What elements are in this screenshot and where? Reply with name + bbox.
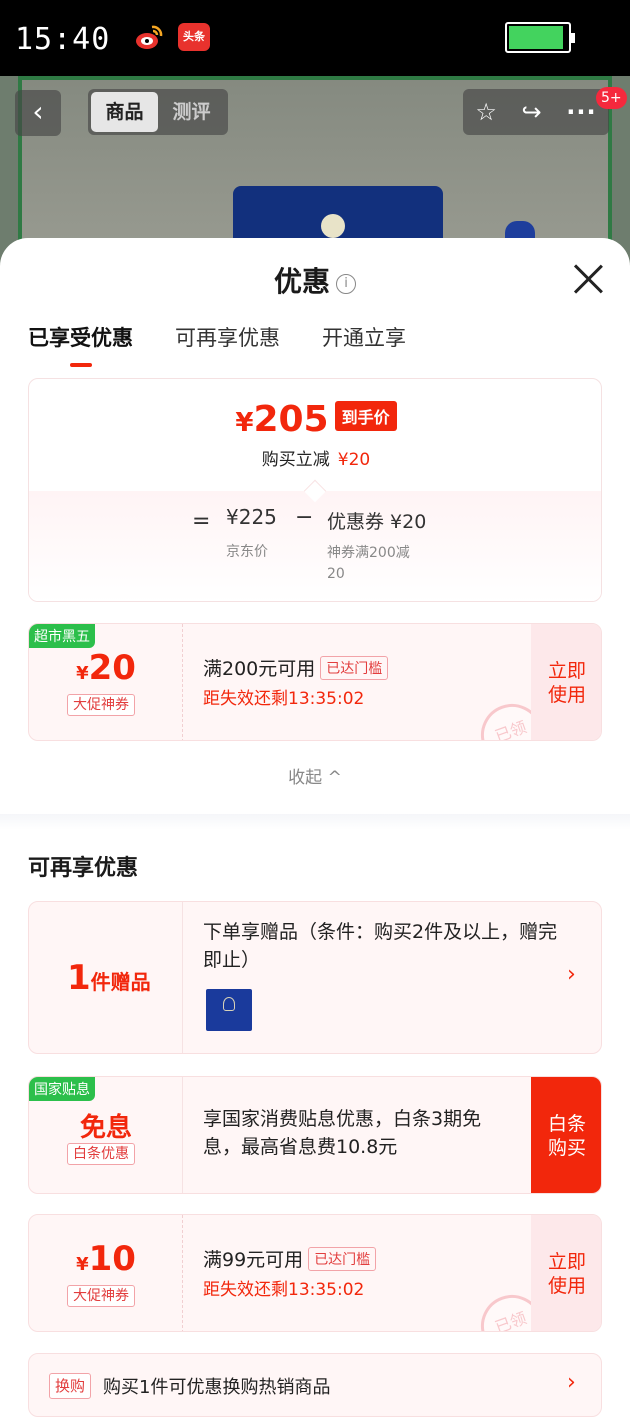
coupon-amount-panel: 超市黑五 ¥20 大促神券 [29, 624, 183, 740]
use-now-button[interactable]: 立即 使用 [531, 1215, 601, 1331]
gift-count: 1件赠品 [67, 958, 151, 998]
coupon-expire-countdown: 距失效还剩13:35:02 [203, 1280, 365, 1300]
star-icon[interactable]: ☆ [475, 98, 497, 126]
info-icon[interactable]: i [336, 274, 356, 294]
back-button[interactable]: ‹ [15, 90, 61, 136]
clock: 15:40 [15, 22, 111, 57]
coupon-discount-desc: 神券满200减20 [327, 545, 410, 582]
swap-offer-row[interactable]: 换购 购买1件可优惠换购热销商品 › [28, 1353, 602, 1417]
close-icon[interactable] [572, 263, 604, 295]
tab-label: 已享受优惠 [28, 326, 133, 350]
coupon-condition-text: 满200元可用 [203, 658, 316, 680]
swap-description: 购买1件可优惠换购热销商品 [103, 1377, 331, 1398]
instant-reduce-value: ¥20 [337, 450, 371, 470]
interest-description: 享国家消费贴息优惠，白条3期免息，最高省息费10.8元 [203, 1108, 482, 1158]
gift-image [206, 989, 252, 1031]
baitiao-offer-tag: 白条优惠 [67, 1143, 135, 1165]
swap-tag: 换购 [49, 1373, 92, 1399]
more-icon[interactable]: ··· [566, 98, 596, 126]
coupon-amount: ¥20 [29, 648, 183, 688]
tab-enjoyed-offers[interactable]: 已享受优惠 [28, 322, 133, 367]
battery-icon [505, 22, 575, 53]
tab-review[interactable]: 测评 [158, 92, 225, 132]
coupon-corner-badge: 超市黑五 [29, 624, 95, 648]
threshold-met-tag: 已达门槛 [320, 656, 389, 680]
tab-activate-offers[interactable]: 开通立享 [322, 322, 406, 352]
subsidy-corner-badge: 国家贴息 [29, 1077, 95, 1101]
coupon-discount: 优惠券 ¥20 [327, 511, 427, 533]
chevron-left-icon: ‹ [32, 95, 44, 128]
chevron-right-icon[interactable]: › [567, 1370, 576, 1395]
offers-sheet: 优惠 i 已享受优惠 可再享优惠 开通立享 ¥205 到手价 购买立减 ¥20 = ¥… [0, 238, 630, 1422]
instant-reduce-label: 购买立减 [261, 450, 330, 470]
coupon-card[interactable]: 超市黑五 ¥20 大促神券 满200元可用 已达门槛 距失效还剩13:35:02 … [28, 623, 602, 741]
coupon-amount-panel: ¥10 大促神券 [29, 1215, 183, 1331]
coupon-condition: 满200元可用 已达门槛 [203, 654, 389, 681]
status-bar: 15:40 头条 [0, 0, 630, 76]
jd-price-label: 京东价 [226, 544, 268, 560]
toutiao-icon: 头条 [178, 23, 210, 51]
sheet-title-text: 优惠 [273, 265, 330, 298]
gift-description: 下单享赠品（条件：购买2件及以上，赠完即止） [203, 921, 558, 971]
active-tab-underline [70, 363, 92, 367]
collapse-button[interactable]: 收起 ^ [0, 763, 630, 788]
baitiao-buy-button[interactable]: 白条 购买 [531, 1077, 601, 1193]
coupon-card[interactable]: ¥10 大促神券 满99元可用 已达门槛 距失效还剩13:35:02 已领 立即使… [28, 1214, 602, 1332]
coupon-amount: ¥10 [29, 1239, 183, 1279]
jd-price: ¥225 [226, 505, 277, 529]
tab-product[interactable]: 商品 [91, 92, 158, 132]
chevron-right-icon[interactable]: › [567, 962, 576, 987]
gift-amount-panel: 1件赠品 [29, 902, 183, 1053]
currency-symbol: ¥ [235, 408, 254, 438]
coupon-condition: 满99元可用 已达门槛 [203, 1245, 377, 1272]
coupon-value: 10 [88, 1239, 136, 1279]
offer-tabs: 已享受优惠 可再享优惠 开通立享 [28, 322, 448, 367]
gift-offer-card[interactable]: 1件赠品 下单享赠品（条件：购买2件及以上，赠完即止） › [28, 901, 602, 1054]
product-nav-tabs: 商品 测评 [88, 89, 228, 135]
share-icon[interactable]: ↪ [522, 98, 542, 126]
weibo-icon [136, 25, 163, 49]
price-summary-card: ¥205 到手价 购买立减 ¥20 = ¥225 京东价 − 优惠券 ¥20 神券满… [28, 378, 602, 602]
equals-sign: = [192, 509, 211, 534]
coupon-type-tag: 大促神券 [67, 694, 135, 716]
final-price-tag: 到手价 [334, 401, 397, 431]
more-offers-title: 可再享优惠 [28, 856, 139, 881]
gift-count-value: 1 [67, 958, 91, 998]
interest-free-card[interactable]: 国家贴息 免息 白条优惠 享国家消费贴息优惠，白条3期免息，最高省息费10.8元… [28, 1076, 602, 1194]
threshold-met-tag: 已达门槛 [308, 1247, 377, 1271]
coupon-value: 20 [88, 648, 136, 688]
final-price-row: ¥205 到手价 [29, 399, 601, 440]
minus-sign: − [295, 505, 314, 530]
gift-unit: 件赠品 [90, 970, 151, 994]
final-price: 205 [253, 399, 329, 440]
coupon-expire-countdown: 距失效还剩13:35:02 [203, 689, 365, 709]
section-divider [0, 814, 630, 830]
currency-symbol: ¥ [76, 663, 89, 684]
use-now-button[interactable]: 立即 使用 [531, 624, 601, 740]
notification-badge: 5+ [596, 87, 627, 109]
coupon-condition-text: 满99元可用 [203, 1249, 304, 1271]
coupon-type-tag: 大促神券 [67, 1285, 135, 1307]
interest-panel: 国家贴息 免息 白条优惠 [29, 1077, 183, 1193]
sheet-title: 优惠 i [0, 260, 630, 300]
tab-more-offers[interactable]: 可再享优惠 [175, 322, 280, 352]
instant-reduce-row: 购买立减 ¥20 [29, 445, 601, 470]
currency-symbol: ¥ [76, 1254, 89, 1275]
product-nav-actions: ☆ ↪ ··· [463, 89, 609, 135]
interest-free-label: 免息 [79, 1113, 132, 1143]
